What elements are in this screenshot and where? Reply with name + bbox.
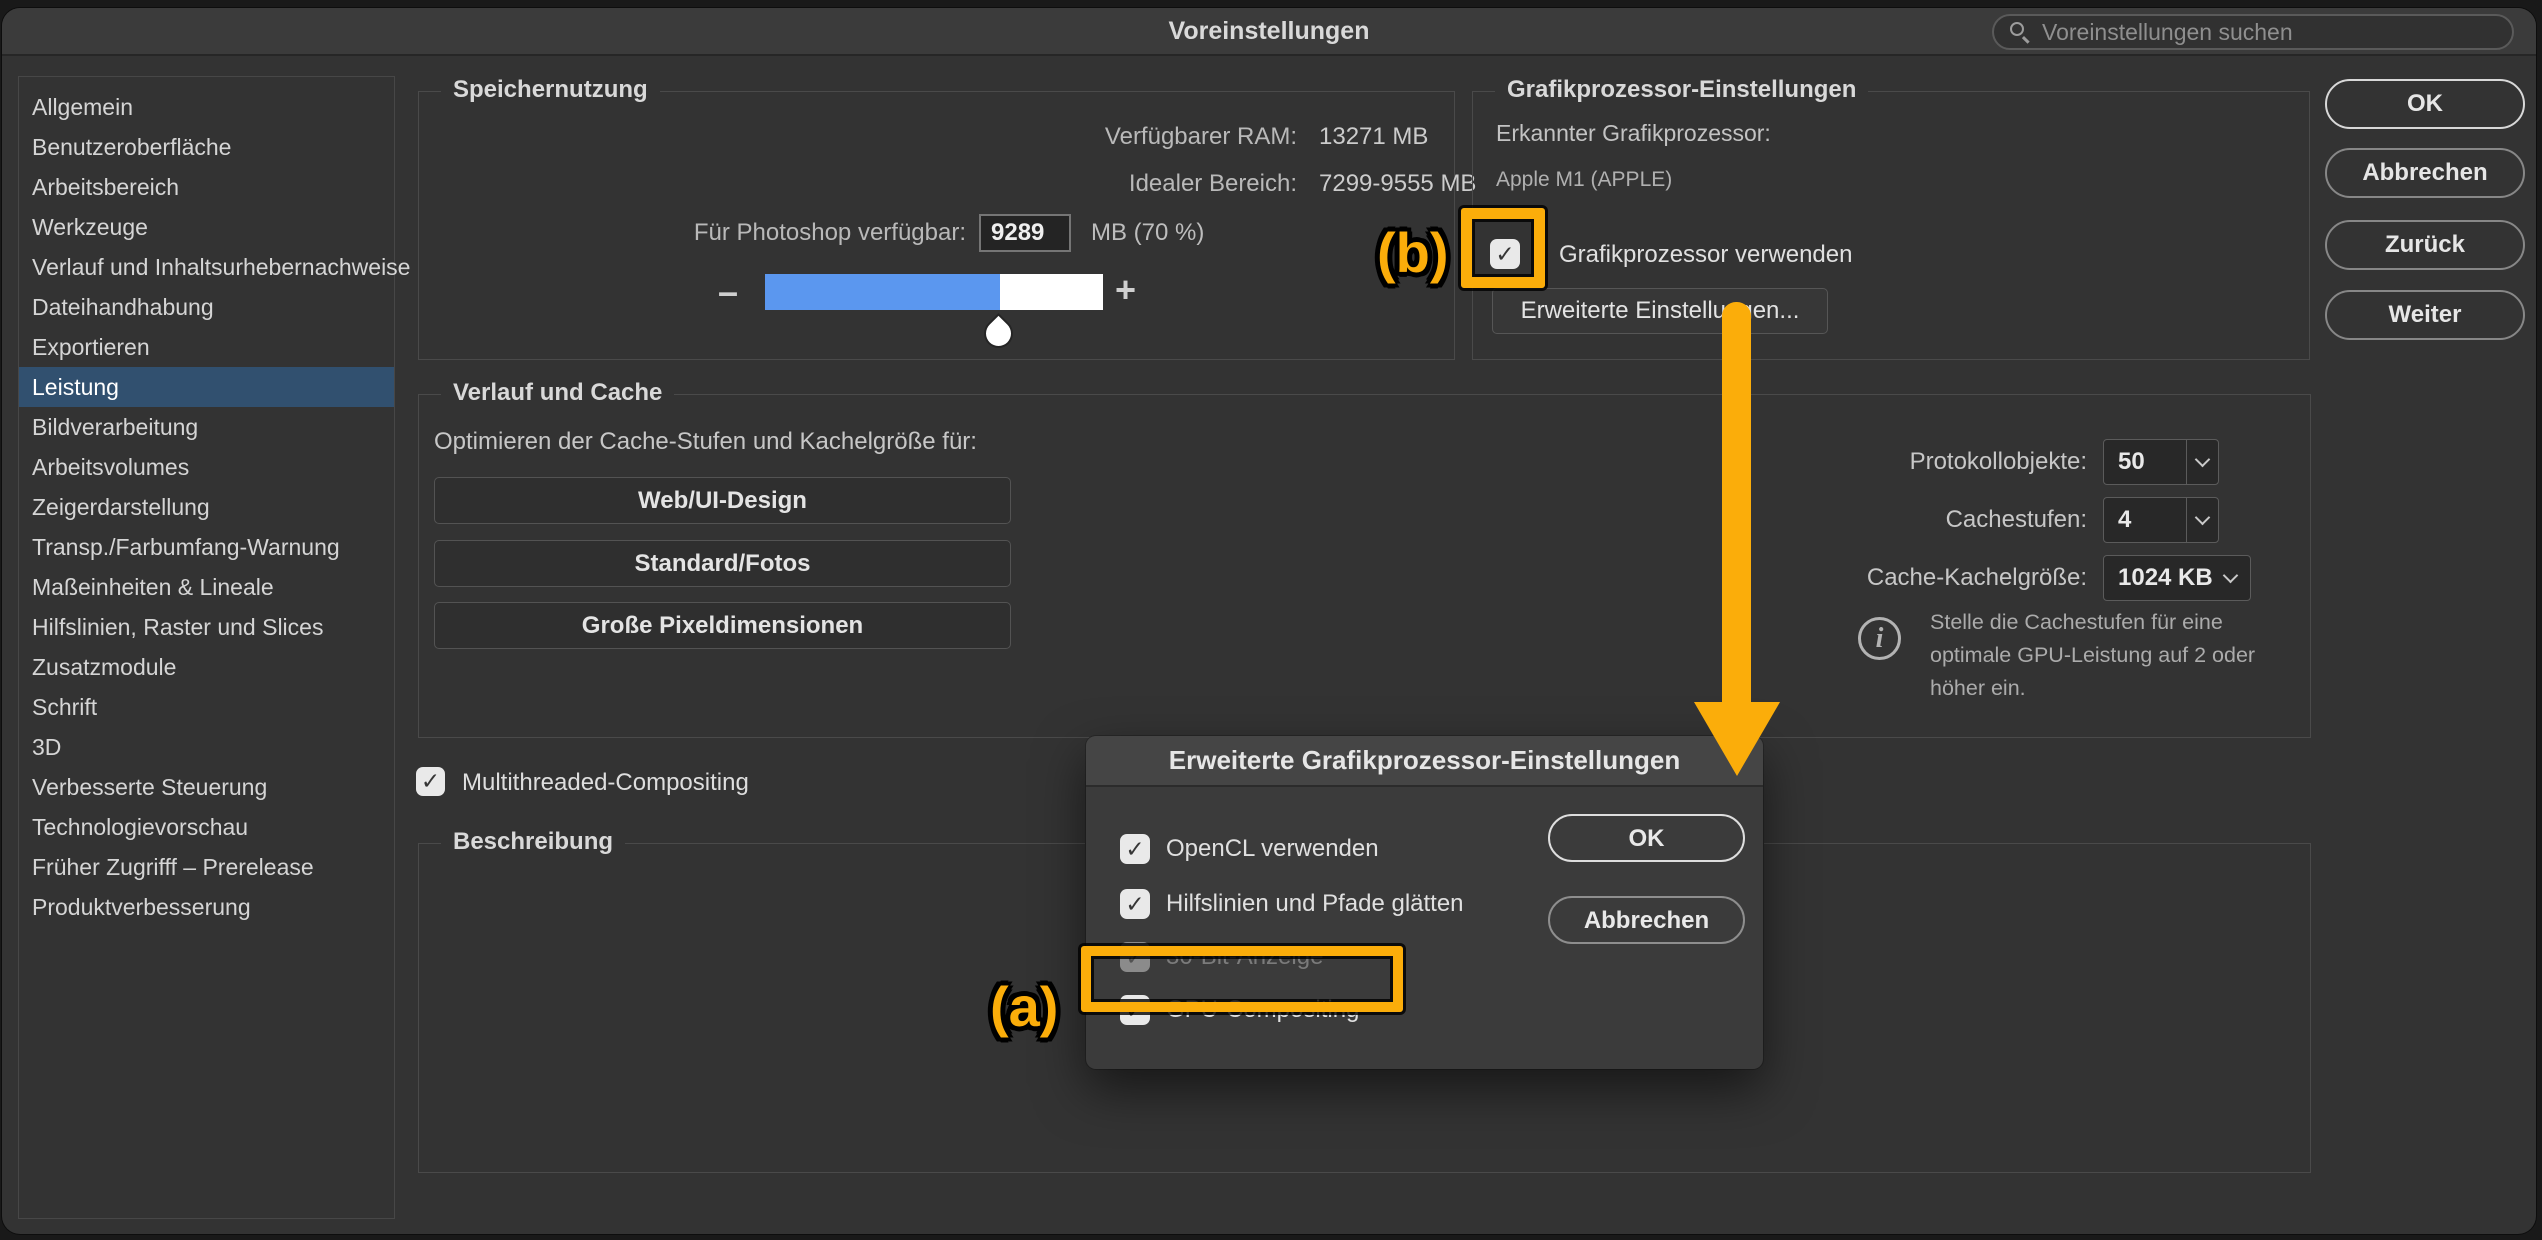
cache-tile-label: Cache-Kachelgröße: <box>1452 564 2087 592</box>
sidebar-item-schrift[interactable]: Schrift <box>19 687 394 727</box>
ideal-range-value: 7299-9555 MB <box>1319 170 1476 198</box>
annotation-b-label: (b) <box>1377 220 1449 285</box>
chevron-down-icon[interactable] <box>2186 440 2218 484</box>
preferences-window: Voreinstellungen Allgemein Benutzeroberf… <box>2 8 2536 1234</box>
use-gpu-label: Grafikprozessor verwenden <box>1559 241 1852 269</box>
ram-allowance-label: Für Photoshop verfügbar: <box>422 219 966 247</box>
annotation-a-label: (a) <box>990 974 1058 1039</box>
history-states-dropdown[interactable]: 50 <box>2103 439 2219 485</box>
search-field[interactable] <box>2042 19 2498 46</box>
sidebar-item-3d[interactable]: 3D <box>19 727 394 767</box>
ram-allowance-suffix: MB (70 %) <box>1091 219 1204 247</box>
ram-allowance-row: Für Photoshop verfügbar: MB (70 %) <box>422 214 1204 252</box>
cache-tile-value: 1024 KB <box>2118 564 2213 592</box>
ok-button[interactable]: OK <box>2325 79 2525 129</box>
opencl-checkbox[interactable] <box>1120 834 1150 864</box>
annotation-arrowhead-icon <box>1694 702 1780 776</box>
ram-allowance-input[interactable] <box>979 214 1071 252</box>
search-input[interactable] <box>1992 14 2514 50</box>
history-states-value: 50 <box>2104 448 2186 476</box>
ideal-range-row: Idealer Bereich: 7299-9555 MB <box>422 170 1476 198</box>
cache-optimize-label: Optimieren der Cache-Stufen und Kachelgr… <box>434 428 977 456</box>
available-ram-value: 13271 MB <box>1319 123 1428 151</box>
ram-slider-minus[interactable]: – <box>718 274 738 310</box>
history-states-row: Protokollobjekte: 50 <box>1452 439 2219 485</box>
preset-standard-button[interactable]: Standard/Fotos <box>434 540 1011 587</box>
screen: Voreinstellungen Allgemein Benutzeroberf… <box>0 0 2542 1240</box>
cancel-button[interactable]: Abbrechen <box>2325 148 2525 198</box>
sidebar-item-exportieren[interactable]: Exportieren <box>19 327 394 367</box>
antialias-guides-checkbox[interactable] <box>1120 889 1150 919</box>
ideal-range-label: Idealer Bereich: <box>422 170 1297 198</box>
opencl-label: OpenCL verwenden <box>1166 835 1379 863</box>
cache-tile-row: Cache-Kachelgröße: 1024 KB <box>1452 555 2251 601</box>
sidebar-item-transparenz[interactable]: Transp./Farbumfang-Warnung <box>19 527 394 567</box>
sidebar-item-masseinheiten[interactable]: Maßeinheiten & Lineale <box>19 567 394 607</box>
sidebar-item-benutzeroberflaeche[interactable]: Benutzeroberfläche <box>19 127 394 167</box>
sidebar-item-allgemein[interactable]: Allgemein <box>19 87 394 127</box>
sidebar-item-dateihandhabung[interactable]: Dateihandhabung <box>19 287 394 327</box>
history-states-label: Protokollobjekte: <box>1452 448 2087 476</box>
annotation-b-highlight-box <box>1461 208 1545 288</box>
sidebar: Allgemein Benutzeroberfläche Arbeitsbere… <box>18 76 395 1219</box>
available-ram-row: Verfügbarer RAM: 13271 MB <box>422 123 1428 151</box>
gpu-section-title: Grafikprozessor-Einstellungen <box>1495 76 1868 104</box>
ram-slider-plus[interactable]: + <box>1115 272 1136 308</box>
cache-tile-dropdown[interactable]: 1024 KB <box>2103 555 2251 601</box>
sidebar-item-arbeitsvolumes[interactable]: Arbeitsvolumes <box>19 447 394 487</box>
cache-levels-dropdown[interactable]: 4 <box>2103 497 2219 543</box>
cache-info-text: Stelle die Cachestufen für eine optimale… <box>1930 606 2255 705</box>
annotation-arrow <box>1722 302 1751 704</box>
sidebar-item-leistung[interactable]: Leistung <box>19 367 394 407</box>
next-button[interactable]: Weiter <box>2325 290 2525 340</box>
gpu-device-name: Apple M1 (APPLE) <box>1496 168 1672 192</box>
antialias-guides-row: Hilfslinien und Pfade glätten <box>1120 889 1464 919</box>
sidebar-item-werkzeuge[interactable]: Werkzeuge <box>19 207 394 247</box>
preset-large-pixels-button[interactable]: Große Pixeldimensionen <box>434 602 1011 649</box>
cache-levels-row: Cachestufen: 4 <box>1452 497 2219 543</box>
ram-slider-fill <box>765 274 1000 310</box>
prev-button[interactable]: Zurück <box>2325 220 2525 270</box>
sidebar-item-frueher-zugriff[interactable]: Früher Zugrifff – Prerelease <box>19 847 394 887</box>
search-icon <box>2008 20 2032 44</box>
advanced-gpu-dialog-title: Erweiterte Grafikprozessor-Einstellungen <box>1086 736 1763 787</box>
sidebar-item-produktverbesserung[interactable]: Produktverbesserung <box>19 887 394 927</box>
annotation-a-highlight-box <box>1081 946 1403 1012</box>
dialog-ok-button[interactable]: OK <box>1548 814 1745 862</box>
advanced-settings-button[interactable]: Erweiterte Einstellungen... <box>1492 288 1828 334</box>
sidebar-item-technologievorschau[interactable]: Technologievorschau <box>19 807 394 847</box>
sidebar-item-verbesserte-steuerung[interactable]: Verbesserte Steuerung <box>19 767 394 807</box>
advanced-gpu-dialog: Erweiterte Grafikprozessor-Einstellungen… <box>1086 736 1763 1069</box>
titlebar: Voreinstellungen <box>2 8 2536 56</box>
description-section-title: Beschreibung <box>441 828 625 856</box>
preset-web-ui-button[interactable]: Web/UI-Design <box>434 477 1011 524</box>
chevron-down-icon[interactable] <box>2186 498 2218 542</box>
sidebar-item-zusatzmodule[interactable]: Zusatzmodule <box>19 647 394 687</box>
ram-slider-track[interactable] <box>765 274 1103 310</box>
opencl-row: OpenCL verwenden <box>1120 834 1379 864</box>
info-icon: i <box>1858 617 1901 660</box>
antialias-guides-label: Hilfslinien und Pfade glätten <box>1166 890 1464 918</box>
gpu-detected-label: Erkannter Grafikprozessor: <box>1496 120 1771 147</box>
cache-levels-label: Cachestufen: <box>1452 506 2087 534</box>
chevron-down-icon <box>2222 568 2238 584</box>
cache-levels-value: 4 <box>2104 506 2186 534</box>
multithreaded-compositing-label: Multithreaded-Compositing <box>462 769 749 797</box>
sidebar-item-bildverarbeitung[interactable]: Bildverarbeitung <box>19 407 394 447</box>
memory-section-title: Speichernutzung <box>441 76 660 104</box>
sidebar-item-hilfslinien[interactable]: Hilfslinien, Raster und Slices <box>19 607 394 647</box>
multithreaded-compositing-checkbox[interactable] <box>416 767 445 796</box>
sidebar-item-arbeitsbereich[interactable]: Arbeitsbereich <box>19 167 394 207</box>
dialog-cancel-button[interactable]: Abbrechen <box>1548 896 1745 944</box>
sidebar-item-verlauf[interactable]: Verlauf und Inhaltsurhebernachweise <box>19 247 394 287</box>
available-ram-label: Verfügbarer RAM: <box>422 123 1297 151</box>
cache-section-title: Verlauf und Cache <box>441 379 674 407</box>
sidebar-item-zeigerdarstellung[interactable]: Zeigerdarstellung <box>19 487 394 527</box>
